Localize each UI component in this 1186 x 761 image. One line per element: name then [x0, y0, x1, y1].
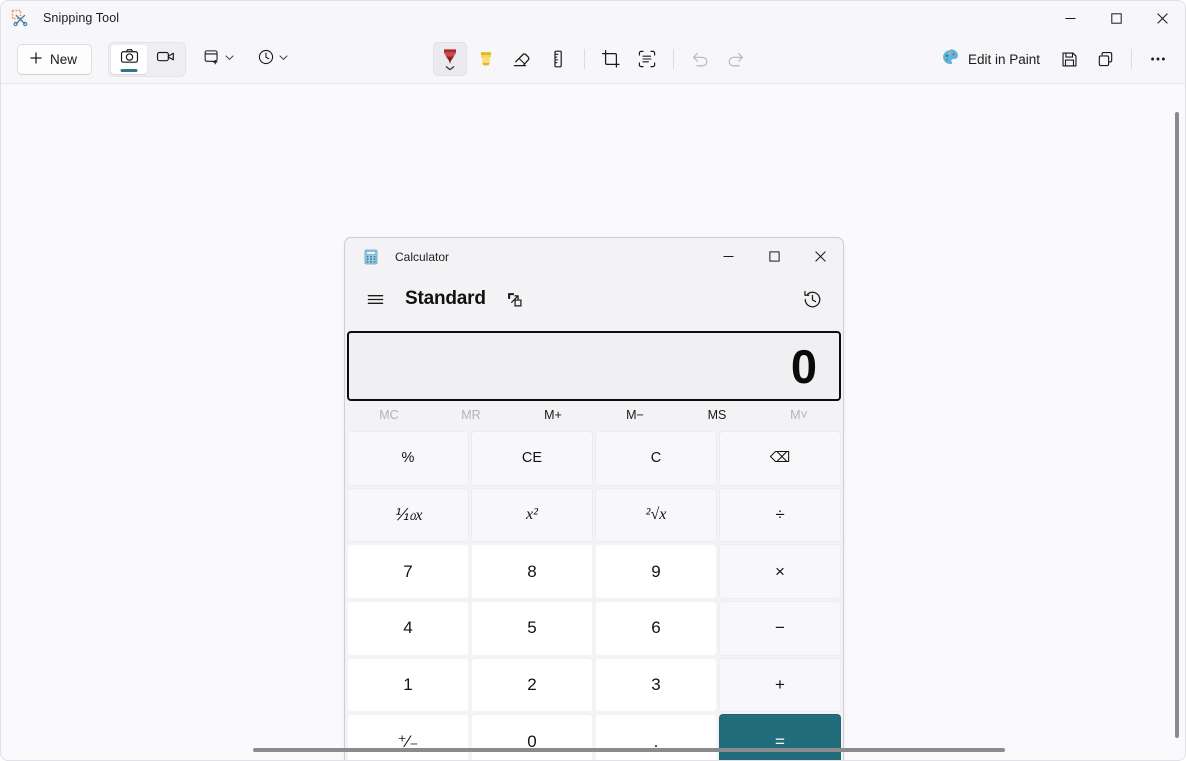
- key-three[interactable]: 3: [595, 657, 717, 713]
- highlighter-tool-button[interactable]: [469, 42, 503, 76]
- calculator-icon: [363, 249, 379, 265]
- more-options-button[interactable]: [1141, 42, 1175, 76]
- toolbar-divider: [1131, 49, 1132, 69]
- calculator-close-button[interactable]: [797, 238, 843, 275]
- copy-button[interactable]: [1088, 42, 1122, 76]
- scissors-icon: [11, 9, 29, 27]
- key-square[interactable]: x²: [471, 487, 593, 543]
- maximize-button[interactable]: [1093, 1, 1139, 35]
- edit-in-paint-label: Edit in Paint: [967, 51, 1040, 67]
- key-backspace[interactable]: ⌫: [719, 431, 841, 486]
- key-reciprocal[interactable]: ⅒x: [347, 487, 469, 543]
- memory-list-button[interactable]: M˅: [758, 402, 840, 428]
- memory-subtract-button[interactable]: M−: [594, 402, 676, 428]
- memory-recall-button[interactable]: MR: [430, 402, 512, 428]
- calculator-minimize-button[interactable]: [705, 238, 751, 275]
- vertical-scrollbar[interactable]: [1172, 112, 1181, 738]
- edit-in-paint-button[interactable]: Edit in Paint: [931, 43, 1050, 75]
- window-title: Snipping Tool: [43, 11, 120, 25]
- calculator-header: Standard: [345, 275, 843, 323]
- key-divide[interactable]: ÷: [719, 487, 841, 543]
- capture-mode-group: [108, 41, 187, 77]
- calculator-window-capture: Calculator Standard 0 MC MR M+ M− MS M˅ …: [344, 237, 844, 760]
- key-four[interactable]: 4: [347, 601, 469, 656]
- key-nine[interactable]: 9: [595, 544, 717, 599]
- crop-tool-button[interactable]: [594, 42, 628, 76]
- memory-add-button[interactable]: M+: [512, 402, 594, 428]
- calculator-title: Calculator: [395, 249, 450, 264]
- key-six[interactable]: 6: [595, 601, 717, 656]
- clock-icon: [257, 48, 275, 71]
- keep-on-top-icon[interactable]: [500, 284, 530, 314]
- hamburger-menu-icon[interactable]: [359, 283, 391, 315]
- memory-store-button[interactable]: MS: [676, 402, 758, 428]
- horizontal-scrollbar-thumb[interactable]: [253, 748, 1005, 752]
- key-multiply[interactable]: ×: [719, 544, 841, 599]
- key-clear[interactable]: C: [595, 431, 717, 486]
- undo-button[interactable]: [683, 42, 717, 76]
- save-button[interactable]: [1052, 42, 1086, 76]
- key-subtract[interactable]: −: [719, 601, 841, 656]
- chevron-down-icon: [278, 50, 289, 68]
- ballpoint-pen-tool-button[interactable]: [433, 42, 467, 76]
- vertical-scrollbar-thumb[interactable]: [1175, 112, 1179, 738]
- new-button[interactable]: New: [17, 43, 93, 75]
- key-square-root[interactable]: ²√x: [595, 487, 717, 543]
- ruler-tool-button[interactable]: [541, 42, 575, 76]
- titlebar: Snipping Tool: [1, 1, 1185, 35]
- record-mode-button[interactable]: [147, 45, 183, 74]
- text-actions-button[interactable]: [630, 42, 664, 76]
- toolbar-divider: [584, 49, 585, 69]
- editing-tools-group: [433, 42, 753, 76]
- calculator-display[interactable]: 0: [347, 331, 841, 401]
- toolbar-divider: [673, 49, 674, 69]
- plus-icon: [29, 51, 43, 68]
- history-icon[interactable]: [795, 282, 829, 316]
- new-button-label: New: [50, 51, 78, 67]
- delay-dropdown[interactable]: [252, 43, 294, 75]
- close-button[interactable]: [1139, 1, 1185, 35]
- snip-mode-dropdown[interactable]: [198, 43, 240, 75]
- calculator-mode-label: Standard: [405, 288, 486, 309]
- key-seven[interactable]: 7: [347, 544, 469, 599]
- memory-row: MC MR M+ M− MS M˅: [345, 401, 843, 429]
- key-clear-entry[interactable]: CE: [471, 431, 593, 486]
- key-eight[interactable]: 8: [471, 544, 593, 599]
- calculator-keypad: % CE C ⌫ ⅒x x² ²√x ÷ 7 8 9 × 4 5 6 − 1 2…: [345, 429, 843, 760]
- capture-canvas[interactable]: Calculator Standard 0 MC MR M+ M− MS M˅ …: [1, 83, 1185, 760]
- redo-button[interactable]: [719, 42, 753, 76]
- screenshot-mode-button[interactable]: [111, 44, 148, 74]
- calculator-window-controls: [705, 238, 843, 275]
- camera-icon: [120, 47, 139, 71]
- snipping-tool-window: Snipping Tool New Edit in Paint Calculat…: [0, 0, 1186, 761]
- paint-palette-icon: [941, 48, 960, 70]
- calculator-maximize-button[interactable]: [751, 238, 797, 275]
- memory-clear-button[interactable]: MC: [348, 402, 430, 428]
- rectangle-snip-icon: [203, 48, 221, 71]
- key-one[interactable]: 1: [347, 657, 469, 713]
- toolbar-right-group: Edit in Paint: [931, 42, 1175, 76]
- calculator-titlebar: Calculator: [345, 238, 843, 275]
- toolbar: New Edit in Paint: [1, 35, 1185, 83]
- horizontal-scrollbar[interactable]: [253, 745, 1005, 754]
- eraser-tool-button[interactable]: [505, 42, 539, 76]
- minimize-button[interactable]: [1047, 1, 1093, 35]
- key-five[interactable]: 5: [471, 601, 593, 656]
- display-value: 0: [790, 339, 817, 393]
- chevron-down-icon: [224, 50, 235, 68]
- window-controls: [1047, 1, 1185, 35]
- key-two[interactable]: 2: [471, 657, 593, 713]
- key-add[interactable]: +: [719, 657, 841, 713]
- video-camera-icon: [156, 47, 175, 71]
- key-percent[interactable]: %: [347, 431, 469, 486]
